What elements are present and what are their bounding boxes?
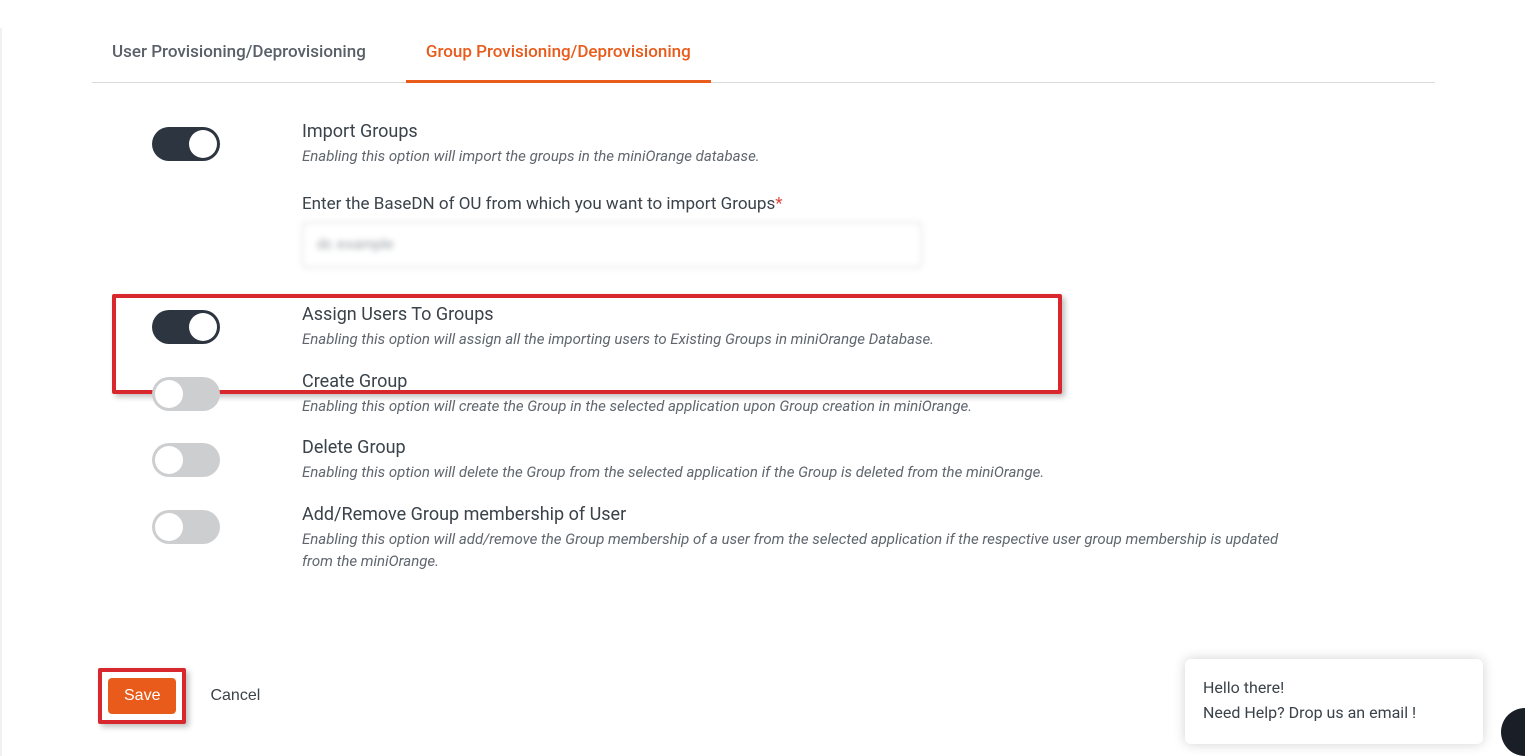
- option-desc: Enabling this option will delete the Gro…: [302, 462, 1302, 484]
- option-title: Create Group: [302, 371, 1435, 392]
- toggle-group-membership[interactable]: [152, 510, 220, 544]
- option-title: Delete Group: [302, 437, 1435, 458]
- tabs: User Provisioning/Deprovisioning Group P…: [92, 28, 1435, 83]
- option-group-membership: Add/Remove Group membership of User Enab…: [92, 488, 1435, 577]
- save-button[interactable]: Save: [108, 678, 176, 714]
- cancel-button[interactable]: Cancel: [204, 686, 266, 706]
- option-assign-users: Assign Users To Groups Enabling this opt…: [92, 288, 1435, 355]
- tab-user-provisioning[interactable]: User Provisioning/Deprovisioning: [92, 28, 386, 83]
- option-title: Assign Users To Groups: [302, 304, 1435, 325]
- help-line: Need Help? Drop us an email !: [1203, 700, 1465, 726]
- highlight-save: Save: [98, 668, 186, 724]
- toggle-import-groups[interactable]: [152, 127, 220, 161]
- option-title: Import Groups: [302, 121, 1435, 142]
- option-desc: Enabling this option will add/remove the…: [302, 529, 1302, 573]
- help-line: Hello there!: [1203, 675, 1465, 701]
- option-desc: Enabling this option will import the gro…: [302, 146, 1302, 168]
- option-delete-group: Delete Group Enabling this option will d…: [92, 421, 1435, 488]
- toggle-delete-group[interactable]: [152, 443, 220, 477]
- option-import-groups: Import Groups Enabling this option will …: [92, 105, 1435, 268]
- toggle-create-group[interactable]: [152, 377, 220, 411]
- option-desc: Enabling this option will create the Gro…: [302, 396, 1302, 418]
- option-desc: Enabling this option will assign all the…: [302, 329, 1302, 351]
- chat-bubble-icon[interactable]: [1501, 708, 1525, 756]
- basedn-input[interactable]: [302, 222, 922, 268]
- basedn-label: Enter the BaseDN of OU from which you wa…: [302, 194, 1435, 214]
- help-popup: Hello there! Need Help? Drop us an email…: [1185, 659, 1483, 744]
- tab-group-provisioning[interactable]: Group Provisioning/Deprovisioning: [406, 28, 711, 83]
- option-title: Add/Remove Group membership of User: [302, 504, 1435, 525]
- toggle-assign-users[interactable]: [152, 310, 220, 344]
- option-create-group: Create Group Enabling this option will c…: [92, 355, 1435, 422]
